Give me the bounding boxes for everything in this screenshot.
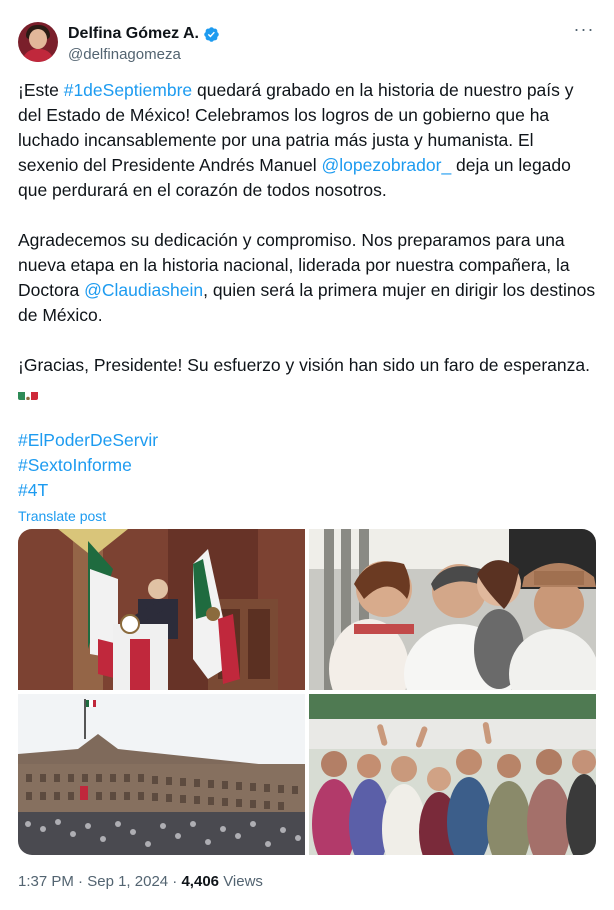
media-grid [18,529,596,855]
hashtag-link[interactable]: #SextoInforme [18,455,132,475]
photo-balcony[interactable] [18,529,305,690]
author-handle[interactable]: @delfinagomeza [68,45,220,65]
mention-link[interactable]: @lopezobrador_ [322,155,452,175]
tweet-card: Delfina Gómez A. @delfinagomeza ··· ¡Est… [0,0,614,910]
tweet-text: ¡Este #1deSeptiembre quedará grabado en … [18,78,598,525]
mention-link[interactable]: @Claudiashein [84,280,203,300]
post-time[interactable]: 1:37 PM [18,873,74,890]
separator: · [172,873,178,890]
hashtag-link[interactable]: #ElPoderDeServir [18,430,158,450]
avatar[interactable] [18,22,58,62]
post-date[interactable]: Sep 1, 2024 [87,873,168,890]
verified-badge-icon [204,26,219,42]
tweet-header: Delfina Gómez A. @delfinagomeza ··· [18,20,596,66]
translate-post-link[interactable]: Translate post [18,507,598,525]
more-options-icon[interactable]: ··· [572,20,596,46]
hashtag-link[interactable]: #1deSeptiembre [64,80,192,100]
author-display-name[interactable]: Delfina Gómez A. [68,24,199,44]
author-names: Delfina Gómez A. @delfinagomeza [68,24,220,65]
hashtag-link[interactable]: #4T [18,480,48,500]
paragraph-1: ¡Este #1deSeptiembre quedará grabado en … [18,78,598,203]
text-run: ¡Este [18,80,64,100]
photo-palacio-nacional[interactable] [18,694,305,855]
views-label: Views [223,873,263,890]
post-meta: 1:37 PM · Sep 1, 2024 · 4,406 Views [18,872,263,892]
separator: · [78,873,84,890]
paragraph-3: ¡Gracias, Presidente! Su esfuerzo y visi… [18,355,590,375]
views-count: 4,406 [181,873,220,890]
photo-women-group[interactable] [309,694,596,855]
mexico-flag-icon [18,387,38,400]
paragraph-2: Agradecemos su dedicación y compromiso. … [18,228,598,328]
photo-delfina-crowd[interactable] [309,529,596,690]
